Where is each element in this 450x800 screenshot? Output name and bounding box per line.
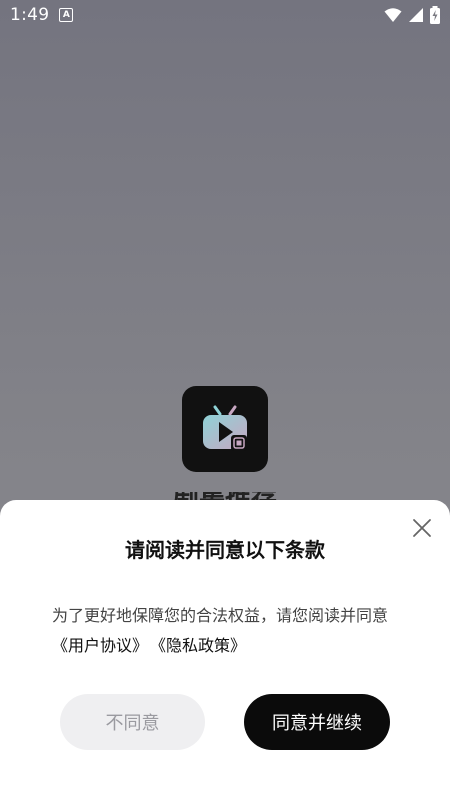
dialog-title: 请阅读并同意以下条款 [125,538,325,562]
battery-charging-icon [430,6,440,24]
notification-icon: A [59,8,74,22]
status-time: 1:49 [10,5,50,25]
user-agreement-link[interactable]: 《用户协议》 [52,632,148,660]
terms-links: 《用户协议》 《隐私政策》 [52,632,246,660]
tv-play-icon [203,405,247,451]
privacy-policy-link[interactable]: 《隐私政策》 [150,632,246,660]
app-logo [182,386,268,472]
signal-icon [408,7,424,23]
terms-dialog: 请阅读并同意以下条款 为了更好地保障您的合法权益，请您阅读并同意 《用户协议》 … [0,500,450,800]
notification-badge-label: A [62,9,70,20]
dialog-description: 为了更好地保障您的合法权益，请您阅读并同意 [52,606,389,625]
disagree-button[interactable]: 不同意 [60,694,205,750]
status-bar: 1:49 A [0,0,450,30]
agree-continue-button[interactable]: 同意并继续 [244,694,390,750]
wifi-icon [384,7,402,23]
